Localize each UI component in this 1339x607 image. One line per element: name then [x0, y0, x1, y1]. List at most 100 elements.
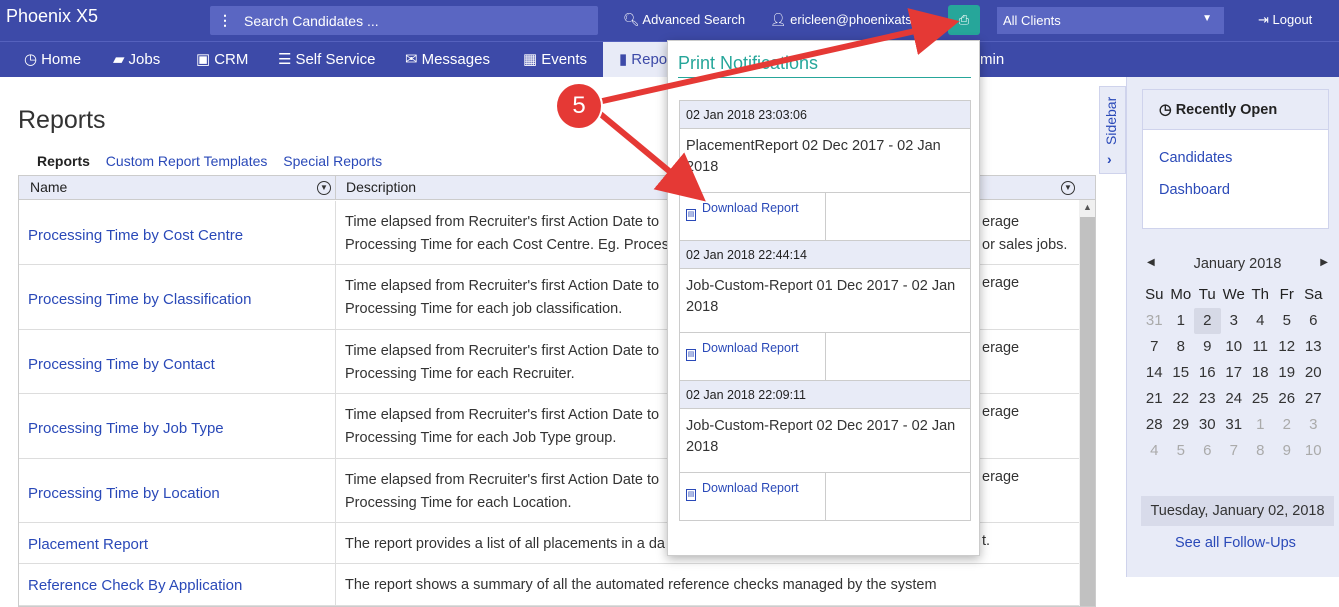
calendar-day[interactable]: 9: [1274, 438, 1301, 464]
column-header-description[interactable]: Description: [346, 179, 416, 195]
calendar-weekday: Th: [1251, 286, 1269, 303]
print-icon: ⎙: [958, 12, 970, 27]
download-report-link[interactable]: ▤ Download Report: [686, 341, 799, 361]
calendar-day[interactable]: 29: [1168, 412, 1195, 438]
nav-admin[interactable]: min: [980, 42, 1004, 77]
download-report-link[interactable]: ▤ Download Report: [686, 201, 799, 221]
column-header-name[interactable]: Name: [30, 179, 67, 195]
app-brand[interactable]: Phoenix X5: [6, 6, 98, 27]
calendar-day[interactable]: 21: [1141, 386, 1168, 412]
calendar-day[interactable]: 14: [1141, 360, 1168, 386]
tab-reports[interactable]: Reports: [37, 153, 90, 169]
recent-link-dashboard[interactable]: Dashboard: [1159, 182, 1230, 198]
calendar-day[interactable]: 18: [1247, 360, 1274, 386]
calendar-day[interactable]: 5: [1168, 438, 1195, 464]
calendar-day[interactable]: 10: [1300, 438, 1327, 464]
nav-self-service[interactable]: ☰ Self Service: [278, 42, 376, 77]
calendar-day[interactable]: 6: [1194, 438, 1221, 464]
calendar-day[interactable]: 26: [1274, 386, 1301, 412]
calendar-day[interactable]: 31: [1141, 308, 1168, 334]
nav-messages[interactable]: ✉ Messages: [405, 42, 490, 77]
advanced-search-link[interactable]: 🔍︎ Advanced Search: [623, 12, 745, 28]
tab-special-reports[interactable]: Special Reports: [283, 153, 382, 169]
nav-reports[interactable]: ▮ Repo: [603, 42, 673, 77]
calendar-weekday: Mo: [1170, 286, 1192, 303]
calendar-day[interactable]: 16: [1194, 360, 1221, 386]
nav-crm[interactable]: ▣ CRM: [196, 42, 248, 77]
chevron-left-icon[interactable]: ◀: [1147, 257, 1155, 268]
filter-icon[interactable]: ▼: [317, 181, 331, 195]
calendar-day[interactable]: 5: [1274, 308, 1301, 334]
description-tail: t.: [982, 533, 991, 549]
report-name-link[interactable]: Processing Time by Cost Centre: [28, 227, 243, 244]
user-menu[interactable]: 👤︎ ericleen@phoenixats.com: [770, 12, 922, 28]
calendar-day[interactable]: 8: [1168, 334, 1195, 360]
calendar-day[interactable]: 1: [1247, 412, 1274, 438]
actions-divider: [825, 333, 826, 380]
chevron-right-icon[interactable]: ▶: [1320, 257, 1328, 268]
folder-icon: ▰: [113, 51, 125, 68]
calendar-day[interactable]: 25: [1247, 386, 1274, 412]
notification-title: Job-Custom-Report 02 Dec 2017 - 02 Jan 2…: [680, 409, 970, 473]
calendar-day[interactable]: 12: [1274, 334, 1301, 360]
calendar-weekday: Fr: [1279, 286, 1294, 303]
table-row[interactable]: Reference Check By Application The repor…: [19, 564, 1079, 606]
calendar-day[interactable]: 10: [1221, 334, 1248, 360]
calendar-day[interactable]: 3: [1300, 412, 1327, 438]
nav-label: Messages: [421, 51, 490, 68]
notification-actions: ▤ Download Report: [680, 193, 970, 240]
calendar-day[interactable]: 28: [1141, 412, 1168, 438]
calendar: ◀ January 2018 ▶ Su Mo Tu We Th Fr Sa 31 1 2 3 4 5 6 7…: [1141, 256, 1334, 526]
filter-icon[interactable]: ▼: [1061, 181, 1075, 195]
calendar-day[interactable]: 22: [1168, 386, 1195, 412]
calendar-day[interactable]: 7: [1221, 438, 1248, 464]
calendar-day[interactable]: 9: [1194, 334, 1221, 360]
sidebar-toggle[interactable]: Sidebar ›: [1099, 86, 1126, 174]
calendar-day[interactable]: 15: [1168, 360, 1195, 386]
nav-label: CRM: [214, 51, 249, 68]
notification-date: 02 Jan 2018 23:03:06: [680, 101, 970, 129]
calendar-day[interactable]: 24: [1221, 386, 1248, 412]
calendar-day[interactable]: 27: [1300, 386, 1327, 412]
report-name-link[interactable]: Processing Time by Job Type: [28, 420, 224, 437]
client-select[interactable]: All Clients ▼: [997, 7, 1224, 34]
calendar-day[interactable]: 1: [1168, 308, 1195, 334]
tab-custom-report-templates[interactable]: Custom Report Templates: [106, 153, 268, 169]
report-name-link[interactable]: Processing Time by Location: [28, 485, 220, 502]
recent-link-candidates[interactable]: Candidates: [1159, 150, 1232, 166]
chevron-down-icon: ▼: [1202, 13, 1212, 24]
download-report-link[interactable]: ▤ Download Report: [686, 481, 799, 501]
calendar-day[interactable]: 30: [1194, 412, 1221, 438]
nav-home[interactable]: ◷ Home: [24, 42, 81, 77]
calendar-day[interactable]: 20: [1300, 360, 1327, 386]
calendar-day[interactable]: 19: [1274, 360, 1301, 386]
see-all-follow-ups-link[interactable]: See all Follow-Ups: [1175, 535, 1296, 551]
nav-events[interactable]: ▦ Events: [523, 42, 587, 77]
report-name-link[interactable]: Processing Time by Contact: [28, 356, 215, 373]
report-name-link[interactable]: Placement Report: [28, 536, 148, 553]
search-input[interactable]: [244, 9, 589, 32]
logout-link[interactable]: ⇥ Logout: [1258, 12, 1312, 28]
calendar-day[interactable]: 4: [1141, 438, 1168, 464]
calendar-day[interactable]: 7: [1141, 334, 1168, 360]
search-menu-icon[interactable]: ⋮: [210, 6, 240, 35]
popup-title-divider: [678, 77, 971, 78]
report-name-link[interactable]: Reference Check By Application: [28, 577, 242, 594]
calendar-day[interactable]: 17: [1221, 360, 1248, 386]
table-scrollbar[interactable]: ▲: [1079, 200, 1095, 606]
calendar-day[interactable]: 3: [1221, 308, 1248, 334]
nav-jobs[interactable]: ▰ Jobs: [113, 42, 160, 77]
report-name-link[interactable]: Processing Time by Classification: [28, 291, 251, 308]
calendar-day[interactable]: 2: [1274, 412, 1301, 438]
calendar-day[interactable]: 8: [1247, 438, 1274, 464]
print-button[interactable]: ⎙: [948, 5, 980, 35]
calendar-day[interactable]: 2: [1194, 308, 1221, 334]
calendar-day[interactable]: 13: [1300, 334, 1327, 360]
calendar-day[interactable]: 31: [1221, 412, 1248, 438]
calendar-day[interactable]: 11: [1247, 334, 1274, 360]
scrollbar-thumb[interactable]: [1080, 217, 1095, 606]
calendar-day[interactable]: 6: [1300, 308, 1327, 334]
calendar-day[interactable]: 23: [1194, 386, 1221, 412]
scroll-up-icon[interactable]: ▲: [1079, 202, 1095, 212]
calendar-day[interactable]: 4: [1247, 308, 1274, 334]
